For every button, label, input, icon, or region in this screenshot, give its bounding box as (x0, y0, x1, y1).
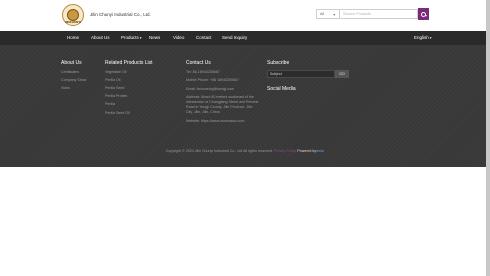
logo-text: JINCHUNYI (64, 20, 82, 24)
nav-news[interactable]: News (149, 35, 160, 40)
footer-link-perilla-seed-oil[interactable]: Perilla Seed Oil (105, 111, 130, 115)
footer-subscribe-title: Subscribe (267, 60, 290, 66)
company-name[interactable]: Jilin Chunyi Industrial Co., Ltd. (90, 12, 151, 17)
search-category-select[interactable]: All ▼ (316, 9, 340, 19)
language-selector[interactable]: English▾ (414, 35, 432, 40)
footer-link-certificates[interactable]: Certificates (61, 70, 79, 74)
footer-contact-address-line: Address: About 80 meters southeast of th… (186, 95, 254, 99)
search-category-value: All (320, 12, 325, 16)
subscribe-go-button[interactable]: GO (335, 70, 349, 78)
footer-social-title: Social Media (267, 86, 296, 92)
footer-contact-website[interactable]: Website: https://www.zunhuasui.com (186, 119, 244, 123)
footer-link-company-show[interactable]: Company Show (61, 78, 86, 82)
footer-link-video[interactable]: Video (61, 86, 70, 90)
chevron-down-icon: ▾ (139, 36, 142, 40)
footer-contact-address-line: intersection of Changjiang Street and Re… (186, 100, 259, 104)
footer-contact-tel[interactable]: Tel: 86-18943250667 (186, 70, 220, 74)
search-button[interactable] (418, 8, 429, 20)
footer-contact-address-line: City, Jilin, Jilin, China (186, 110, 220, 114)
privacy-policy-link[interactable]: Privacy Policy (274, 149, 296, 153)
footer-contact-title: Contact Us (186, 60, 211, 66)
search-input[interactable]: Search Products (340, 9, 418, 19)
footer-link-perilla-seed[interactable]: Perilla Seed (105, 86, 124, 90)
chevron-down-icon: ▾ (429, 36, 432, 40)
nav-about-us[interactable]: About Us (91, 35, 110, 40)
nav-send-inquiry[interactable]: Send Inquiry (222, 35, 247, 40)
nav-contact[interactable]: Contact (196, 35, 212, 40)
site-header: JINCHUNYI Jilin Chunyi Industrial Co., L… (0, 0, 490, 31)
footer-link-perilla[interactable]: Perilla (105, 102, 115, 106)
footer-link-vegetable-oil[interactable]: Vegetable Oil (105, 70, 126, 74)
footer-link-perilla-oil[interactable]: Perilla Oil (105, 78, 120, 82)
footer-contact-address-line: Road in Yongji County, Jilin Province, J… (186, 105, 253, 109)
footer-contact-email[interactable]: Email: bsnonedq@tonngj.com (186, 87, 234, 91)
nav-video[interactable]: Video (173, 35, 184, 40)
footer-link-perilla-protein[interactable]: Perilla Protein (105, 94, 127, 98)
copyright-text: Copyright © 2024 Jilin Chunyi Industrial… (165, 149, 273, 153)
scrollbar-thumb[interactable] (486, 0, 490, 276)
subscribe-email-input[interactable]: Subject (267, 70, 335, 78)
powered-by-text: Powered by (297, 149, 317, 153)
nav-home[interactable]: Home (67, 35, 79, 40)
page-scrollbar[interactable] (486, 0, 490, 276)
footer-related-title: Related Products List (105, 60, 153, 66)
footer-contact-mobile[interactable]: Mobile Phone: +86 18943250667 (186, 78, 239, 82)
company-logo[interactable]: JINCHUNYI (62, 4, 84, 26)
site-footer: About Us Certificates Company Show Video… (0, 45, 490, 167)
nav-products[interactable]: Products▾ (121, 35, 142, 40)
powered-by-brand-link[interactable]: dedu (316, 149, 324, 153)
chevron-down-icon: ▼ (332, 13, 336, 17)
footer-copyright: Copyright © 2024 Jilin Chunyi Industrial… (0, 149, 490, 153)
nav-products-label: Products (121, 35, 139, 40)
main-navbar: Home About Us Products▾ News Video Conta… (0, 31, 490, 45)
language-label: English (414, 35, 429, 40)
search-icon (421, 11, 426, 17)
footer-about-title: About Us (61, 60, 82, 66)
